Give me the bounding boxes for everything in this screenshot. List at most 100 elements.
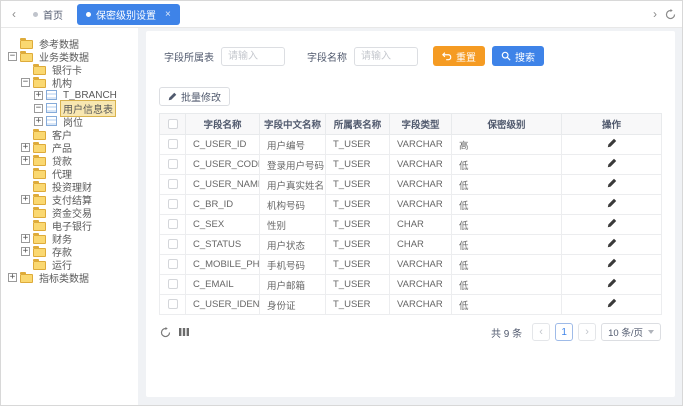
tabbar-right-controls: › xyxy=(653,7,676,21)
table-cell: VARCHAR xyxy=(390,135,452,155)
reset-button[interactable]: 重置 xyxy=(433,46,485,66)
column-header: 字段类型 xyxy=(390,114,452,135)
folder-icon xyxy=(33,209,46,218)
tree: 参考数据−业务类数据银行卡−机构+T_BRANCH−用户信息表+岗位客户+产品+… xyxy=(8,37,136,283)
column-header: 所属表名称 xyxy=(326,114,390,135)
expand-icon[interactable]: + xyxy=(21,247,30,256)
row-checkbox[interactable] xyxy=(168,239,178,249)
expander-spacer xyxy=(21,182,30,191)
table-cell: VARCHAR xyxy=(390,275,452,295)
expand-icon[interactable]: + xyxy=(21,195,30,204)
table-cell: C_SEX xyxy=(186,215,260,235)
prev-page-button[interactable]: ‹ xyxy=(532,323,550,341)
search-button[interactable]: 搜索 xyxy=(492,46,544,66)
folder-icon xyxy=(33,79,46,88)
edit-icon[interactable] xyxy=(607,218,617,228)
row-checkbox[interactable] xyxy=(168,179,178,189)
folder-icon xyxy=(20,40,33,49)
edit-icon[interactable] xyxy=(607,138,617,148)
expand-icon[interactable]: + xyxy=(34,91,43,100)
row-checkbox[interactable] xyxy=(168,219,178,229)
tree-item[interactable]: +指标类数据 xyxy=(8,271,136,283)
folder-icon xyxy=(33,248,46,257)
table-cell: 用户状态 xyxy=(260,235,326,255)
edit-icon[interactable] xyxy=(607,258,617,268)
folder-icon xyxy=(33,196,46,205)
expand-icon[interactable]: + xyxy=(8,273,17,282)
action-cell xyxy=(562,195,662,215)
column-header: 字段中文名称 xyxy=(260,114,326,135)
sidebar: 参考数据−业务类数据银行卡−机构+T_BRANCH−用户信息表+岗位客户+产品+… xyxy=(1,28,138,406)
batch-edit-button[interactable]: 批量修改 xyxy=(159,87,230,106)
expand-icon[interactable]: + xyxy=(21,156,30,165)
main-layout: 参考数据−业务类数据银行卡−机构+T_BRANCH−用户信息表+岗位客户+产品+… xyxy=(1,28,682,406)
row-checkbox[interactable] xyxy=(168,279,178,289)
collapse-icon[interactable]: − xyxy=(8,52,17,61)
field-name-input[interactable] xyxy=(354,47,418,66)
table-cell: T_USER xyxy=(326,255,390,275)
select-all-checkbox[interactable] xyxy=(168,119,178,129)
table-cell: VARCHAR xyxy=(390,175,452,195)
row-checkbox-cell xyxy=(160,215,186,235)
page-number-button[interactable]: 1 xyxy=(555,323,573,341)
table-row: C_USER_NAME用户真实姓名T_USERVARCHAR低 xyxy=(160,175,662,195)
expander-spacer xyxy=(21,130,30,139)
table-cell: C_USER_ID xyxy=(186,135,260,155)
table-cell: 高 xyxy=(452,135,562,155)
collapse-icon[interactable]: − xyxy=(21,78,30,87)
table-cell: 低 xyxy=(452,275,562,295)
table-row: C_USER_CODE登录用户号码T_USERVARCHAR低 xyxy=(160,155,662,175)
table-cell: C_USER_IDENTITY xyxy=(186,295,260,315)
pagination: 共 9 条 ‹ 1 › 10 条/页 xyxy=(491,323,661,341)
page-size-label: 10 条/页 xyxy=(608,325,643,339)
tree-item[interactable]: −机构 xyxy=(8,76,136,88)
table-row: C_SEX性别T_USERCHAR低 xyxy=(160,215,662,235)
tab-close-icon[interactable]: × xyxy=(165,9,171,20)
edit-icon[interactable] xyxy=(607,198,617,208)
table-cell: C_MOBILE_PHONE xyxy=(186,255,260,275)
expander-spacer xyxy=(21,208,30,217)
row-checkbox[interactable] xyxy=(168,139,178,149)
expand-icon[interactable]: + xyxy=(34,117,43,126)
edit-icon[interactable] xyxy=(607,178,617,188)
action-cell xyxy=(562,175,662,195)
search-icon xyxy=(501,51,511,61)
edit-icon[interactable] xyxy=(607,278,617,288)
tab-security-level-settings[interactable]: 保密级别设置 × xyxy=(77,4,180,25)
refresh-tabs-icon[interactable] xyxy=(665,9,676,20)
expand-icon[interactable]: + xyxy=(21,234,30,243)
collapse-icon[interactable]: − xyxy=(34,104,43,113)
expander-spacer xyxy=(8,39,17,48)
refresh-icon[interactable] xyxy=(160,327,171,338)
column-settings-icon[interactable] xyxy=(179,327,189,337)
action-cell xyxy=(562,275,662,295)
row-checkbox[interactable] xyxy=(168,259,178,269)
edit-icon[interactable] xyxy=(607,158,617,168)
expand-icon[interactable]: + xyxy=(21,143,30,152)
table-cell: 用户邮箱 xyxy=(260,275,326,295)
folder-icon xyxy=(33,144,46,153)
undo-icon xyxy=(442,51,452,61)
edit-icon[interactable] xyxy=(607,298,617,308)
table-cell: 低 xyxy=(452,175,562,195)
table-name-input[interactable] xyxy=(221,47,285,66)
page-size-select[interactable]: 10 条/页 xyxy=(601,323,661,341)
edit-icon[interactable] xyxy=(607,238,617,248)
tabs-scroll-right-icon[interactable]: › xyxy=(653,7,657,21)
row-checkbox[interactable] xyxy=(168,299,178,309)
table-row: C_USER_IDENTITY身份证T_USERVARCHAR低 xyxy=(160,295,662,315)
table-cell: T_USER xyxy=(326,295,390,315)
table-cell: CHAR xyxy=(390,235,452,255)
row-checkbox[interactable] xyxy=(168,199,178,209)
table-cell: C_BR_ID xyxy=(186,195,260,215)
row-checkbox-cell xyxy=(160,255,186,275)
table-row: C_STATUS用户状态T_USERCHAR低 xyxy=(160,235,662,255)
column-header: 字段名称 xyxy=(186,114,260,135)
next-page-button[interactable]: › xyxy=(578,323,596,341)
table-cell: 身份证 xyxy=(260,295,326,315)
tabs-scroll-left-icon[interactable]: ‹ xyxy=(7,7,21,21)
tab-home[interactable]: 首页 xyxy=(21,1,75,28)
row-checkbox[interactable] xyxy=(168,159,178,169)
row-checkbox-cell xyxy=(160,175,186,195)
table-row: C_MOBILE_PHONE手机号码T_USERVARCHAR低 xyxy=(160,255,662,275)
